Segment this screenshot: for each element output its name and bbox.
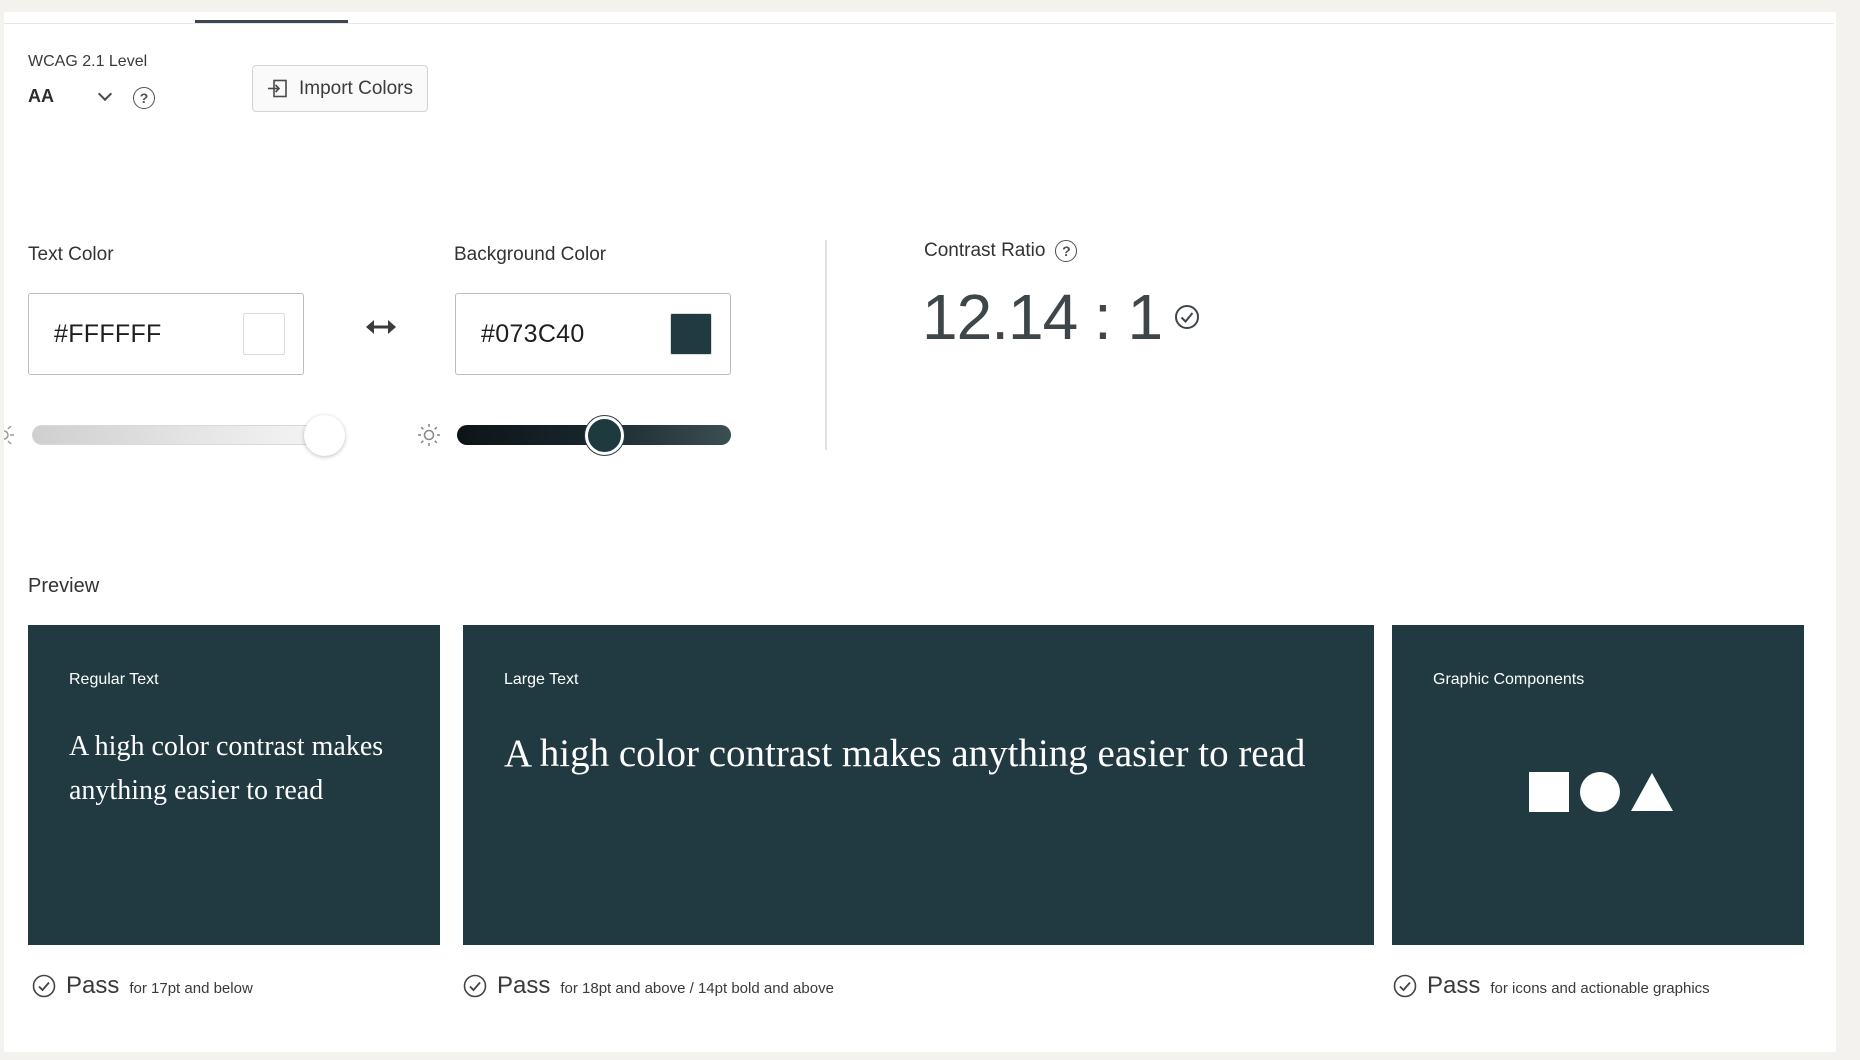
large-text-preview-card: Large Text A high color contrast makes a… — [463, 625, 1374, 945]
import-colors-button[interactable]: Import Colors — [252, 65, 428, 112]
wcag-level-value: AA — [28, 86, 54, 106]
graphic-components-preview-card: Graphic Components — [1392, 625, 1804, 945]
contrast-ratio-label: Contrast Ratio — [924, 240, 1046, 261]
text-color-label: Text Color — [28, 244, 114, 265]
text-color-hex: #FFFFFF — [54, 319, 162, 348]
contrast-checker-panel: WCAG 2.1 Level AA ? Import Colors Text C… — [4, 12, 1836, 1052]
pass-status: Pass — [497, 972, 551, 999]
text-brightness-slider[interactable] — [32, 425, 334, 445]
wcag-level-label: WCAG 2.1 Level — [28, 53, 148, 70]
pass-status: Pass — [66, 972, 120, 999]
brightness-icon — [4, 425, 14, 445]
text-color-input[interactable]: #FFFFFF — [28, 293, 304, 375]
section-divider — [825, 240, 827, 450]
pass-note: for icons and actionable graphics — [1490, 980, 1710, 997]
large-text-result: Pass for 18pt and above / 14pt bold and … — [463, 972, 834, 1000]
regular-text-sample: A high color contrast makes anything eas… — [69, 731, 384, 806]
background-color-hex: #073C40 — [481, 319, 585, 348]
check-circle-icon — [32, 974, 56, 998]
regular-text-result: Pass for 17pt and below — [32, 972, 253, 1000]
wcag-level-select[interactable]: AA — [28, 86, 113, 107]
card-title: Graphic Components — [1433, 671, 1585, 688]
background-color-label: Background Color — [454, 244, 607, 265]
text-brightness-handle[interactable] — [304, 415, 346, 456]
help-icon[interactable]: ? — [133, 87, 155, 109]
brightness-icon — [418, 424, 440, 446]
background-color-swatch[interactable] — [670, 313, 712, 355]
check-circle-icon — [1175, 305, 1200, 329]
help-icon[interactable]: ? — [1055, 240, 1078, 262]
text-color-swatch[interactable] — [243, 313, 285, 355]
contrast-ratio-header: Contrast Ratio ? — [924, 240, 1078, 262]
import-colors-label: Import Colors — [298, 77, 414, 99]
pass-status: Pass — [1427, 972, 1481, 999]
contrast-ratio-display: 12.14 : 1 — [922, 280, 1200, 354]
large-text-sample: A high color contrast makes anything eas… — [504, 732, 1306, 775]
check-circle-icon — [463, 974, 487, 998]
preview-label: Preview — [28, 575, 100, 597]
tab-divider — [4, 23, 1834, 24]
background-color-input[interactable]: #073C40 — [455, 293, 731, 375]
triangle-icon — [1631, 773, 1673, 811]
card-title: Regular Text — [69, 671, 159, 688]
graphic-components-result: Pass for icons and actionable graphics — [1393, 972, 1710, 1000]
card-title: Large Text — [504, 671, 579, 688]
shape-samples — [1529, 771, 1673, 813]
circle-icon — [1580, 772, 1620, 812]
pass-note: for 17pt and below — [129, 980, 253, 997]
check-circle-icon — [1393, 974, 1417, 998]
import-icon — [267, 79, 287, 97]
square-icon — [1529, 772, 1569, 812]
regular-text-preview-card: Regular Text A high color contrast makes… — [28, 625, 440, 945]
chevron-down-icon — [97, 86, 113, 101]
pass-note: for 18pt and above / 14pt bold and above — [560, 980, 834, 997]
swap-icon[interactable] — [366, 317, 396, 337]
background-brightness-handle[interactable] — [585, 416, 625, 455]
contrast-ratio-value: 12.14 : 1 — [922, 281, 1163, 353]
